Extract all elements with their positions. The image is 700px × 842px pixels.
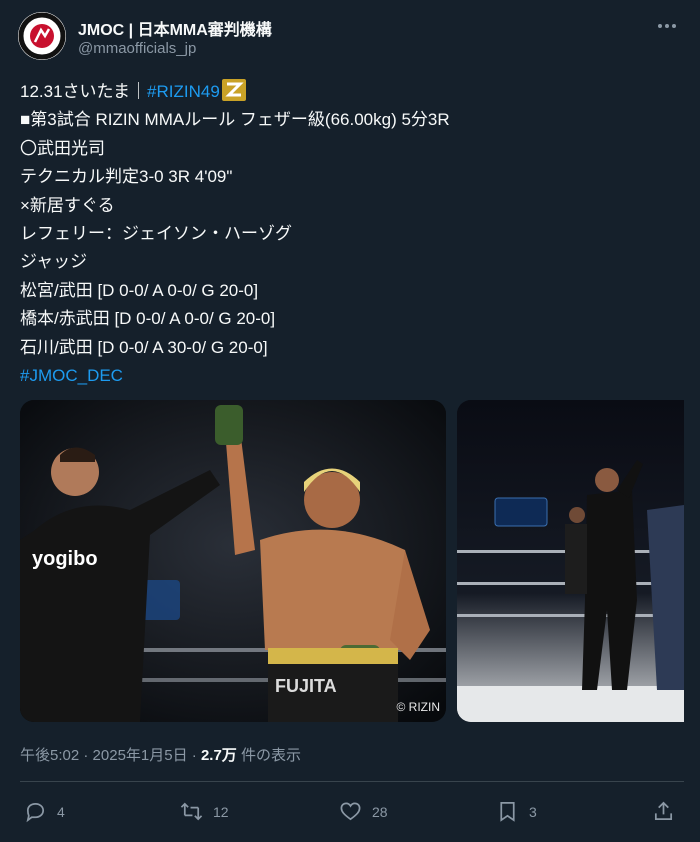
share-icon <box>654 801 673 821</box>
svg-text:FUJITA: FUJITA <box>275 676 337 696</box>
tweet-meta: 午後5:02 · 2025年1月5日 · 2.7万 件の表示 <box>20 744 301 765</box>
reply-count: 4 <box>57 803 65 820</box>
divider <box>20 781 684 782</box>
tweet-line: ジャッジ <box>20 252 88 272</box>
tweet-body: 12.31さいたま｜#RIZIN49 ■第3試合 RIZIN MMAルール フェ… <box>20 78 680 390</box>
tweet-line: 松宮/武田 [D 0-0/ A 0-0/ G 20-0] <box>20 280 259 300</box>
tweet-line: ■第3試合 RIZIN MMAルール フェザー級(66.00kg) 5分3R <box>20 110 450 130</box>
view-count-label: 件の表示 <box>236 747 301 764</box>
tweet-line: 石川/武田 [D 0-0/ A 30-0/ G 20-0] <box>20 337 268 357</box>
reply-icon <box>26 802 45 823</box>
share-button[interactable] <box>652 800 675 823</box>
author-display-name[interactable]: JMOC | 日本MMA審判機構 <box>78 16 272 40</box>
tweet-media: yogibo FUJITA © RIZIN <box>20 400 684 722</box>
meta-separator: · <box>187 747 201 764</box>
bookmark-count: 3 <box>529 803 537 820</box>
retweet-count: 12 <box>213 803 229 820</box>
bookmark-icon <box>500 802 515 822</box>
tweet-line: 〇武田光司 <box>20 138 105 158</box>
reply-button[interactable]: 4 <box>24 800 65 823</box>
tweet-line-text: 12.31さいたま｜ <box>20 82 148 101</box>
like-button[interactable]: 28 <box>339 800 388 823</box>
photo-copyright: © RIZIN <box>396 700 440 714</box>
like-count: 28 <box>372 803 388 820</box>
view-count[interactable]: 2.7万 <box>201 747 237 764</box>
photo-ring-referee[interactable] <box>457 400 684 722</box>
more-dots-icon <box>658 24 676 28</box>
meta-separator: · <box>79 747 93 764</box>
heart-icon <box>340 802 361 821</box>
retweet-button[interactable]: 12 <box>180 800 229 823</box>
tweet-line: 橋本/赤武田 [D 0-0/ A 0-0/ G 20-0] <box>20 309 276 329</box>
hashtag-rizin49[interactable]: #RIZIN49 <box>147 82 220 101</box>
rizin-anniversary-badge-icon <box>221 79 246 101</box>
tweet-actions: 4 12 28 3 <box>24 800 682 830</box>
tweet-time[interactable]: 午後5:02 <box>20 747 79 764</box>
more-options-button[interactable] <box>652 14 682 38</box>
hashtag-jmoc-dec[interactable]: #JMOC_DEC <box>20 366 123 385</box>
photo-fighter-raised-hand[interactable]: yogibo FUJITA © RIZIN <box>20 400 446 722</box>
author-handle[interactable]: @mmaofficials_jp <box>78 40 196 57</box>
tweet-header: JMOC | 日本MMA審判機構 @mmaofficials_jp <box>18 12 682 62</box>
tweet-line: 12.31さいたま｜#RIZIN49 <box>20 78 680 106</box>
tweet-line: #JMOC_DEC <box>20 362 680 390</box>
svg-text:yogibo: yogibo <box>32 548 98 570</box>
tweet-line: テクニカル判定3-0 3R 4'09" <box>20 167 233 187</box>
retweet-icon <box>180 802 203 821</box>
bookmark-button[interactable]: 3 <box>496 800 537 823</box>
tweet-line: ×新居すぐる <box>20 195 115 215</box>
avatar[interactable] <box>18 12 66 60</box>
tweet-line: レフェリー：ジェイソン・ハーゾグ <box>20 223 292 243</box>
tweet-date[interactable]: 2025年1月5日 <box>93 747 188 764</box>
